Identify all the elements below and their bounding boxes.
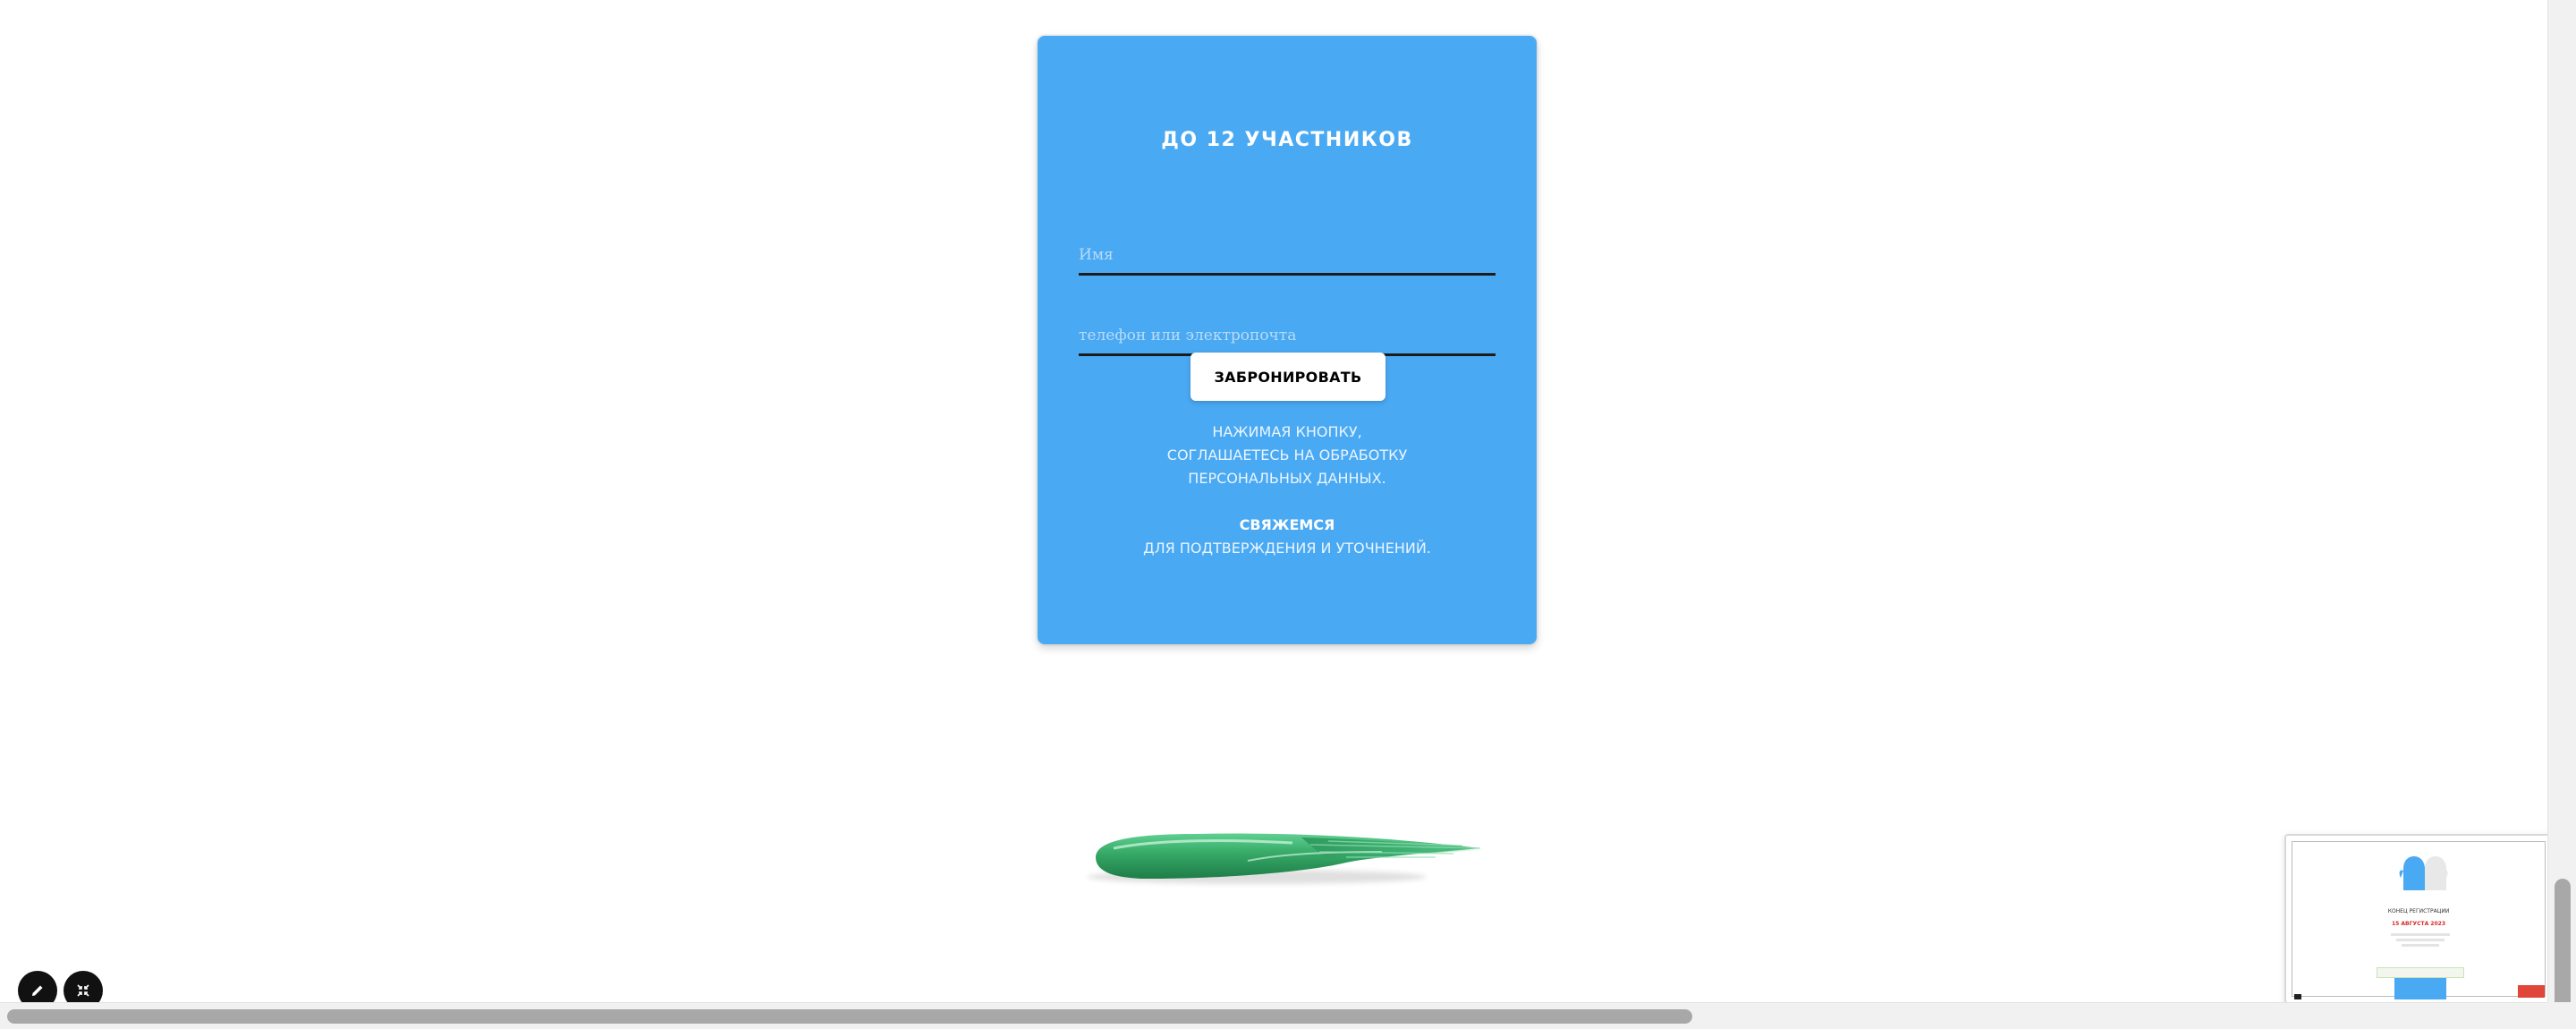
contact-heading: СВЯЖЕМСЯ (1239, 516, 1335, 533)
page: ДО 12 УЧАСТНИКОВ ЗАБРОНИРОВАТЬ НАЖИМАЯ К… (0, 0, 2576, 1029)
pencil-icon (32, 985, 43, 996)
card-title: ДО 12 УЧАСТНИКОВ (1161, 129, 1413, 151)
collapse-arrows-icon (77, 984, 89, 997)
name-input[interactable] (1079, 225, 1496, 273)
horizontal-scroll-thumb[interactable] (7, 1009, 1692, 1024)
minimap-line: КОНЕЦ РЕГИСТРАЦИИ (2387, 908, 2450, 914)
booking-form-card: ДО 12 УЧАСТНИКОВ ЗАБРОНИРОВАТЬ НАЖИМАЯ К… (1038, 36, 1537, 644)
contact-field[interactable] (1079, 306, 1496, 356)
consent-line: СОГЛАШАЕТЕСЬ НА ОБРАБОТКУ (1166, 446, 1408, 463)
minimap-viewport: КОНЕЦ РЕГИСТРАЦИИ 15 АВГУСТА 2023 (2292, 841, 2546, 999)
consent-note: НАЖИМАЯ КНОПКУ, СОГЛАШАЕТЕСЬ НА ОБРАБОТК… (1038, 421, 1537, 490)
consent-line: ПЕРСОНАЛЬНЫХ ДАННЫХ. (1188, 470, 1386, 487)
minimap-mittens-image (2399, 856, 2448, 890)
contact-text: ДЛЯ ПОДТВЕРЖДЕНИЯ И УТОЧНЕНИЙ. (1143, 540, 1431, 557)
vertical-scroll-thumb[interactable] (2555, 879, 2571, 1011)
name-field[interactable] (1079, 225, 1496, 276)
contact-note: СВЯЖЕМСЯ ДЛЯ ПОДТВЕРЖДЕНИЯ И УТОЧНЕНИЙ. (1038, 514, 1537, 560)
consent-line: НАЖИМАЯ КНОПКУ, (1212, 423, 1362, 440)
minimap-red-block (2518, 985, 2545, 998)
minimap-text-block (2391, 933, 2450, 936)
minimap-line: 15 АВГУСТА 2023 (2391, 921, 2446, 927)
minimap-text-block (2396, 939, 2445, 941)
minimap-blue-block (2394, 978, 2446, 999)
page-minimap[interactable]: КОНЕЦ РЕГИСТРАЦИИ 15 АВГУСТА 2023 (2284, 834, 2553, 1004)
book-button[interactable]: ЗАБРОНИРОВАТЬ (1191, 353, 1385, 401)
minimap-green-block (2377, 967, 2464, 978)
minimap-dark-block (2294, 994, 2301, 999)
scrollbar-corner (2547, 1002, 2576, 1029)
minimap-text-block (2402, 944, 2439, 947)
vertical-scrollbar[interactable] (2547, 0, 2576, 1011)
green-brush-stroke (1087, 833, 1485, 884)
horizontal-scrollbar[interactable] (0, 1002, 2547, 1029)
contact-input[interactable] (1079, 306, 1496, 353)
